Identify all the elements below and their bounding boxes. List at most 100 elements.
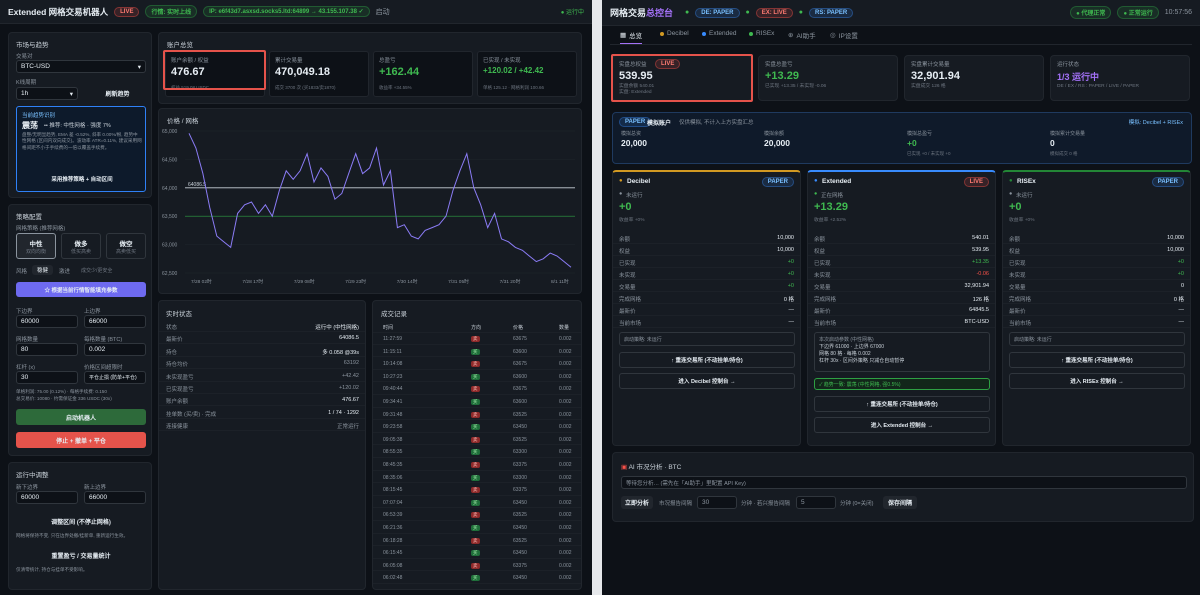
dir-short-button[interactable]: 做空 高卖低买 <box>106 233 146 259</box>
tab-extended[interactable]: Extended <box>702 30 736 37</box>
adjust-range-button[interactable]: 调整区间 (不停止网格) <box>16 515 146 528</box>
enter-console-button[interactable]: 进入 Extended 控制台 → <box>814 417 990 433</box>
summary-card: 实盘累计交易量 32,901.94 实盘成交 126 格 <box>904 55 1044 101</box>
exchange-pnl-sub: 收益率 +2.52% <box>814 218 847 223</box>
exchange-key: 余额 <box>1009 237 1021 243</box>
qty-input[interactable]: 0.002 <box>84 343 146 356</box>
trade-price: 63375 <box>513 487 527 494</box>
apply-suggestion-button[interactable]: 采用推荐策略 + 自动区间 <box>22 171 142 186</box>
pair-select[interactable]: BTC-USD ▾ <box>16 60 146 73</box>
exchange-row: 未实现 +0 <box>1003 268 1190 280</box>
trade-side: 买 <box>471 399 480 405</box>
console-title: 网格交易总控台 <box>610 6 673 19</box>
out-of-range-select[interactable]: 平仓止损 (防单+平仓) <box>84 371 146 384</box>
trade-side: 卖 <box>471 537 480 544</box>
exchange-name: RISEx <box>1017 178 1036 185</box>
risk-steady-button[interactable]: 稳健 <box>32 265 54 275</box>
x-tick-label: 7/28 17时 <box>242 278 263 285</box>
trade-qty: 0.002 <box>559 462 572 468</box>
trade-price: 63525 <box>513 537 527 544</box>
status-value: 正常运行 <box>336 424 359 431</box>
exchange-dot: ● <box>619 178 623 184</box>
interval2-input[interactable]: 5 <box>796 496 836 509</box>
leverage-input[interactable]: 30 <box>16 371 78 384</box>
dir-long-sub: 低买高卖 <box>70 249 91 255</box>
trade-side: 卖 <box>471 361 480 368</box>
reconnect-button[interactable]: ↑ 重连交易所 (不动挂单/持仓) <box>1009 352 1185 368</box>
adjust-note: 网格将保持不变, 只在边界处撤/挂新单, 重新运行生效。 <box>16 533 129 538</box>
start-bot-button[interactable]: 启动机器人 <box>16 409 146 425</box>
status-value: +42.42 <box>342 372 359 379</box>
paper-sub: 模拟成交 0 格 <box>1050 151 1078 156</box>
kline-select[interactable]: 1h ▾ <box>16 87 78 100</box>
stat-sub: 收益率 +34.55% <box>379 85 412 90</box>
refresh-trend-button[interactable]: 刷新趋势 <box>89 87 146 100</box>
new-lower-input[interactable]: 60000 <box>16 491 78 504</box>
grids-input[interactable]: 80 <box>16 343 78 356</box>
adjust-title: 运行中调整 <box>16 472 49 479</box>
risk-safe-button[interactable]: 成交少/更安全 <box>81 267 112 274</box>
status-row: 连接健康 正常运行 <box>159 419 365 432</box>
summary-value: 1/3 运行中 <box>1057 72 1100 82</box>
trade-qty: 0.002 <box>559 336 572 342</box>
trade-time: 06:02:48 <box>383 575 403 582</box>
proxy-badge: ● 代理正常 <box>1070 6 1112 19</box>
chevron-down-icon: ▾ <box>69 91 73 98</box>
trade-side: 卖 <box>471 436 480 443</box>
trade-time: 06:53:39 <box>383 512 403 519</box>
exchange-key: 余额 <box>814 237 826 243</box>
exchange-dot: ● <box>814 178 818 184</box>
trade-price: 63675 <box>513 361 527 368</box>
tab-decibel[interactable]: Decibel <box>660 30 689 37</box>
risk-aggressive-button[interactable]: 激进 <box>59 267 70 275</box>
upper-input[interactable]: 66000 <box>84 315 146 328</box>
reset-stats-button[interactable]: 重置盈亏 / 交易量统计 <box>16 549 146 562</box>
trade-time: 06:05:08 <box>383 562 403 569</box>
reconnect-button[interactable]: ↑ 重连交易所 (不动挂单/持仓) <box>619 352 795 368</box>
trade-time: 06:18:28 <box>383 537 403 544</box>
status-key: 最新价 <box>166 337 183 344</box>
exchange-val: 126 格 <box>972 297 989 303</box>
upper-label: 上边界 <box>84 309 101 315</box>
status-key: 持仓 <box>166 349 178 356</box>
stop-bot-button[interactable]: 停止 + 撤单 + 平仓 <box>16 432 146 448</box>
tab-ip[interactable]: ◎ IP设置 <box>830 30 858 40</box>
tab-ip-label: IP设置 <box>838 33 858 40</box>
exchange-row: 当前市场 — <box>613 316 800 328</box>
left-topbar: Extended 网格交易机器人 LIVE 行情: 实时上线 IP: e6f43… <box>0 0 592 24</box>
analyze-button[interactable]: 立即分析 <box>621 496 653 509</box>
tab-ai[interactable]: ⊕ AI助手 <box>788 30 816 40</box>
highlight-frame <box>611 54 753 102</box>
status-key: 持仓均价 <box>166 362 189 369</box>
reconnect-button[interactable]: ↑ 重连交易所 (不动挂单/持仓) <box>814 396 990 412</box>
tab-risex[interactable]: RISEx <box>749 30 774 37</box>
dir-neutral-button[interactable]: 中性 双向均衡 <box>16 233 56 259</box>
running-status-text: 运行中 <box>565 10 584 16</box>
status-row: 最新价 64086.5 <box>159 332 365 345</box>
exchange-pnl: +13.29 <box>814 201 848 213</box>
launch-params: 本次启动参数 (中性网格) 下边界 61000 · 上边界 67000 网格 80… <box>814 332 990 372</box>
trade-side: 买 <box>471 373 480 380</box>
exchange-key: 未实现 <box>619 273 636 279</box>
table-row: 06:18:28 卖 63525 0.002 <box>373 535 581 547</box>
save-interval-button[interactable]: 保存间隔 <box>883 496 917 509</box>
trade-side: 买 <box>471 449 480 456</box>
trade-qty: 0.002 <box>559 562 572 569</box>
enter-console-button[interactable]: 进入 Decibel 控制台 → <box>619 373 795 389</box>
direction-label: 网格策略 (推荐网格) <box>16 226 66 232</box>
trade-time: 08:15:45 <box>383 487 403 494</box>
dir-long-button[interactable]: 做多 低买高卖 <box>61 233 101 259</box>
de-dot: ● <box>685 9 690 16</box>
status-row: 账户余额 476.67 <box>159 394 365 407</box>
interval2-unit: 分钟 (0=关闭) <box>840 501 874 507</box>
exchange-val: 10,000 <box>1167 247 1184 253</box>
suggestion-title: 当前趋势识别 <box>22 113 56 119</box>
tab-overview[interactable]: ▦ 总览 <box>620 30 643 45</box>
lower-input[interactable]: 60000 <box>16 315 78 328</box>
auto-fill-button[interactable]: ☆ 根据当前行情智能填充参数 <box>16 282 146 297</box>
interval-input[interactable]: 30 <box>697 496 737 509</box>
status-value: 64086.5 <box>339 335 359 342</box>
enter-console-button[interactable]: 进入 RISEx 控制台 → <box>1009 373 1185 389</box>
exchange-key: 已实现 <box>1009 261 1026 267</box>
new-upper-input[interactable]: 66000 <box>84 491 146 504</box>
